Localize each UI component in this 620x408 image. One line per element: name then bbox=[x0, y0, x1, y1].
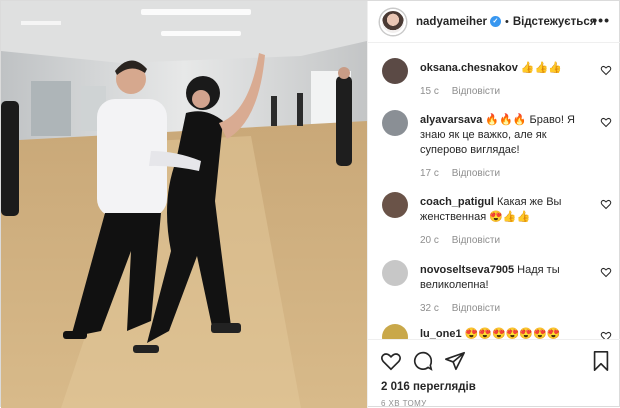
commenter-avatar[interactable] bbox=[382, 110, 408, 136]
post-header: nadyameiher ✓ • Відстежується ••• bbox=[368, 1, 620, 43]
comment-like-heart-icon[interactable] bbox=[600, 64, 612, 76]
more-options-icon[interactable]: ••• bbox=[592, 13, 610, 27]
comment-text: 😍😍😍😍😍😍😍 bbox=[464, 328, 561, 339]
comment-meta: 20 с Відповісти bbox=[420, 233, 590, 248]
comment-time[interactable]: 17 с bbox=[420, 168, 439, 179]
comment-like-heart-icon[interactable] bbox=[600, 266, 612, 278]
comment-meta: 32 с Відповісти bbox=[420, 301, 590, 316]
reply-button[interactable]: Відповісти bbox=[452, 86, 500, 97]
comment-like-heart-icon[interactable] bbox=[600, 330, 612, 339]
reply-button[interactable]: Відповісти bbox=[452, 168, 500, 179]
bookmark-icon[interactable] bbox=[590, 350, 612, 372]
comments-list[interactable]: oksana.chesnakov 👍👍👍 15 с Відповісти alya… bbox=[368, 44, 620, 339]
view-count[interactable]: 2 016 переглядів bbox=[381, 381, 476, 393]
comment-like-heart-icon[interactable] bbox=[600, 116, 612, 128]
verified-badge-icon: ✓ bbox=[489, 16, 501, 27]
comment-bubble-icon[interactable] bbox=[412, 350, 434, 372]
commenter-avatar[interactable] bbox=[382, 324, 408, 339]
commenter-username[interactable]: lu_one1 bbox=[420, 328, 462, 339]
owner-avatar[interactable] bbox=[380, 8, 406, 35]
commenter-username[interactable]: coach_patigul bbox=[420, 196, 494, 208]
share-plane-icon[interactable] bbox=[444, 350, 466, 372]
comment-meta: 17 с Відповісти bbox=[420, 166, 590, 181]
comment-body: novoseltseva7905 Надя ты великолепна! 32 … bbox=[420, 263, 590, 316]
post-footer: 2 016 переглядів 6 ХВ ТОМУ bbox=[368, 339, 620, 408]
reply-button[interactable]: Відповісти bbox=[452, 235, 500, 246]
like-heart-icon[interactable] bbox=[380, 350, 402, 372]
instagram-post: nadyameiher ✓ • Відстежується ••• oksana… bbox=[0, 0, 620, 408]
header-separator: • bbox=[504, 15, 509, 28]
commenter-avatar[interactable] bbox=[382, 192, 408, 218]
comment-body: alyavarsava 🔥🔥🔥 Браво! Я знаю як це важко… bbox=[420, 113, 590, 181]
comment-body: lu_one1 😍😍😍😍😍😍😍 bbox=[420, 327, 590, 339]
comment-text: 👍👍👍 bbox=[520, 62, 562, 74]
commenter-username[interactable]: oksana.chesnakov bbox=[420, 62, 518, 74]
reply-button[interactable]: Відповісти bbox=[452, 303, 500, 314]
following-button[interactable]: Відстежується bbox=[513, 16, 597, 28]
commenter-username[interactable]: alyavarsava bbox=[420, 114, 482, 126]
commenter-avatar[interactable] bbox=[382, 58, 408, 84]
dance-studio-photo bbox=[1, 1, 367, 408]
commenter-avatar[interactable] bbox=[382, 260, 408, 286]
comment-body: oksana.chesnakov 👍👍👍 15 с Відповісти bbox=[420, 61, 590, 99]
comment-body: coach_patigul Какая же Вы женственная 😍👍👍… bbox=[420, 195, 590, 248]
post-details-pane: nadyameiher ✓ • Відстежується ••• oksana… bbox=[367, 1, 620, 408]
action-bar bbox=[380, 350, 612, 372]
commenter-username[interactable]: novoseltseva7905 bbox=[420, 264, 514, 276]
comment-meta: 15 с Відповісти bbox=[420, 84, 590, 99]
comment-like-heart-icon[interactable] bbox=[600, 198, 612, 210]
comment-time[interactable]: 20 с bbox=[420, 235, 439, 246]
comment-time[interactable]: 32 с bbox=[420, 303, 439, 314]
post-photo[interactable] bbox=[1, 1, 367, 408]
comment-time[interactable]: 15 с bbox=[420, 86, 439, 97]
owner-username[interactable]: nadyameiher bbox=[416, 16, 487, 28]
